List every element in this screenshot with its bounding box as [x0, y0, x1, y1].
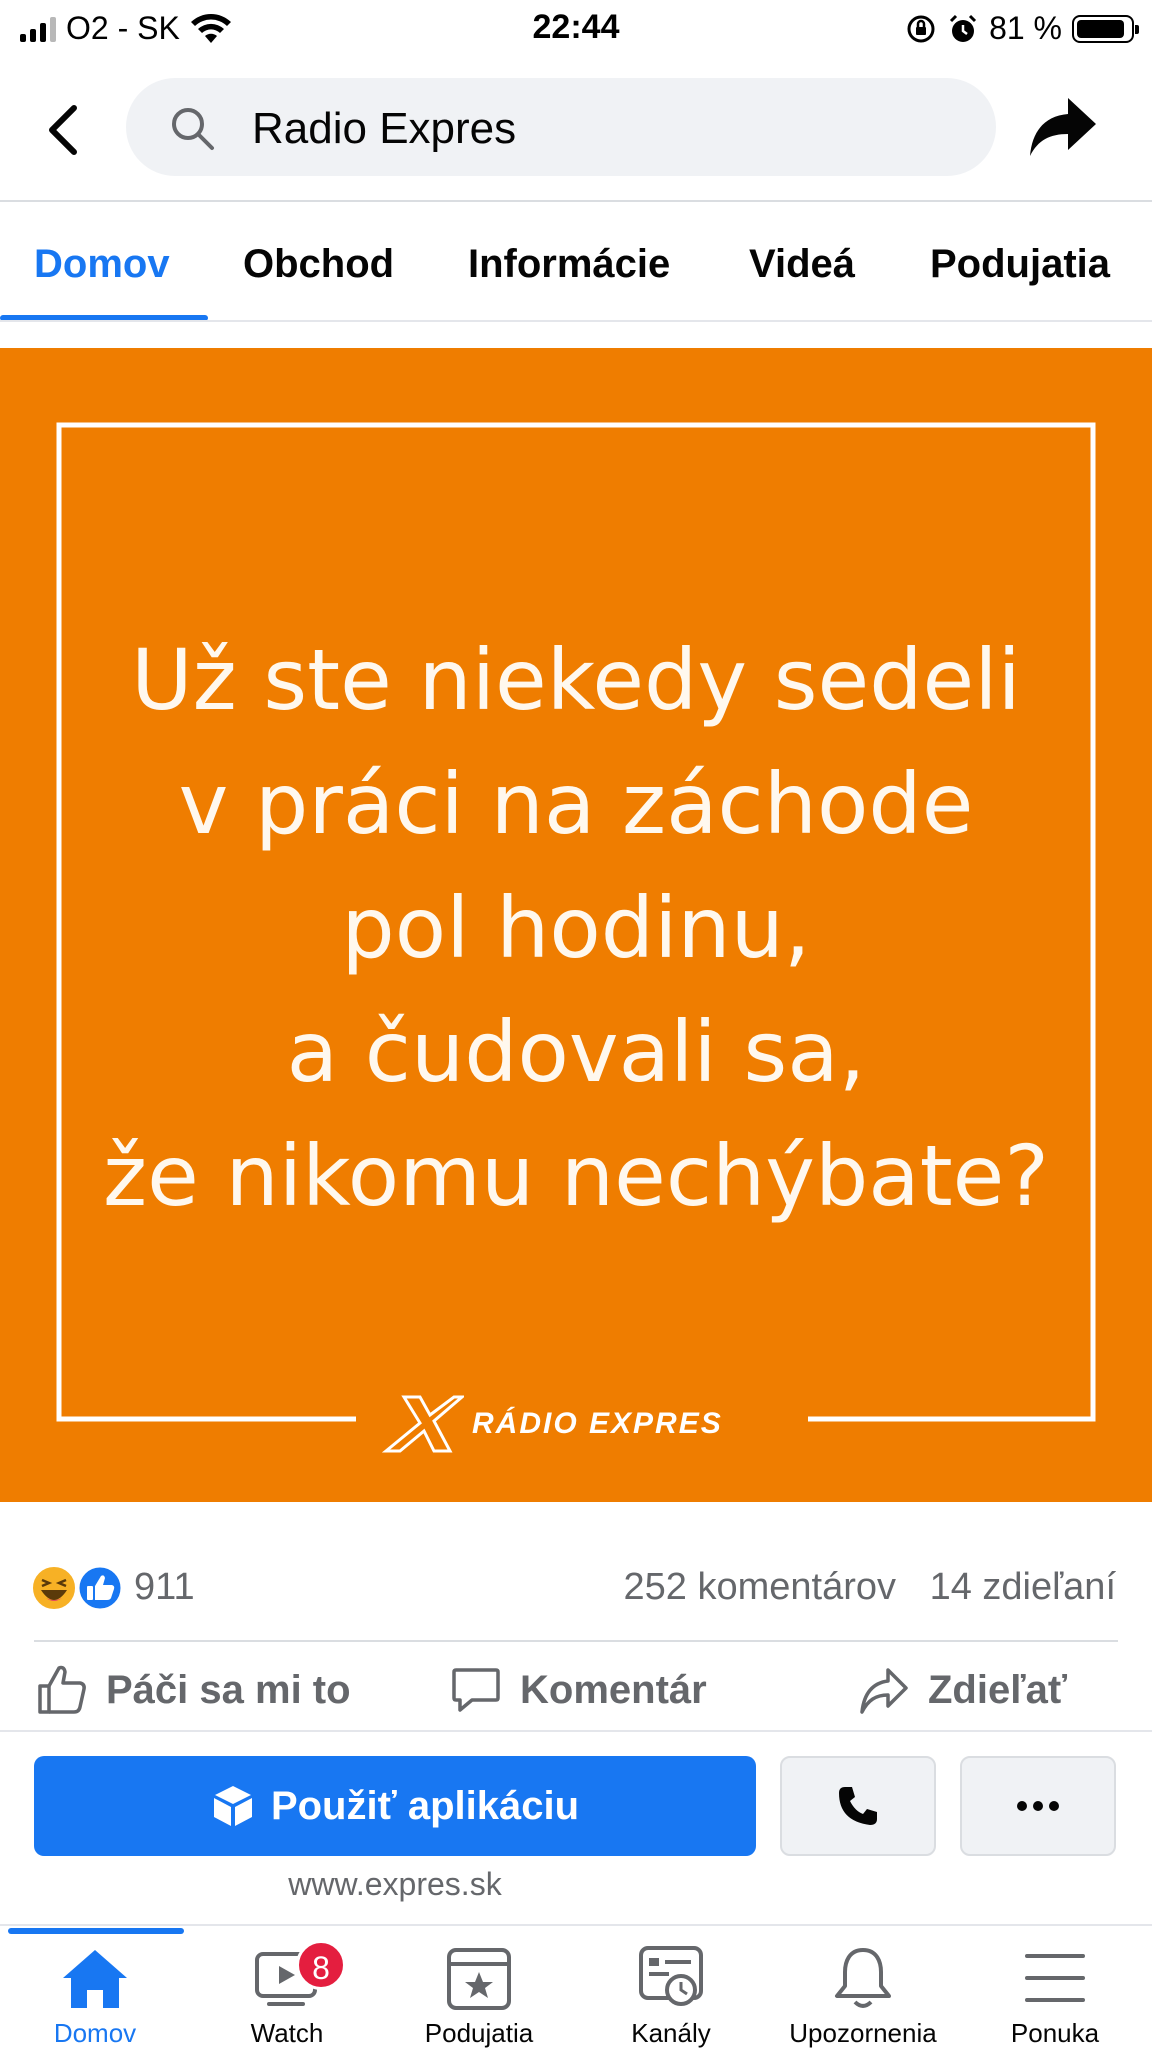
use-app-button[interactable]: Použiť aplikáciu — [34, 1756, 756, 1856]
tab-obchod[interactable]: Obchod — [243, 242, 394, 287]
search-input[interactable]: Radio Expres — [126, 78, 996, 176]
tabs-divider — [0, 320, 1152, 322]
page-action-bar: Použiť aplikáciu www.expres.sk — [0, 1730, 1152, 1924]
share-button[interactable]: Zdieľať — [858, 1664, 1067, 1716]
search-icon — [172, 108, 214, 150]
quote-line: a čudovali sa, — [286, 1003, 866, 1101]
bottom-navigation: Domov 8 Watch Podujatia Kanály Upozornen… — [0, 1924, 1152, 2048]
reaction-icons — [31, 1564, 124, 1612]
quote-line: Už ste niekedy sedeli — [131, 631, 1021, 729]
share-arrow-icon — [860, 1668, 908, 1714]
phone-icon — [839, 1787, 877, 1825]
like-reaction-icon — [76, 1564, 124, 1612]
logo-text: RÁDIO EXPRES — [472, 1407, 723, 1440]
watch-badge: 8 — [296, 1940, 346, 1990]
use-app-label: Použiť aplikáciu — [270, 1783, 580, 1828]
quote-line: pol hodinu, — [341, 879, 811, 977]
active-nav-indicator — [8, 1928, 184, 1934]
cube-icon — [213, 1786, 252, 1826]
share-icon[interactable] — [1028, 94, 1098, 160]
quote-line: v práci na záchode — [178, 755, 974, 853]
rotation-lock-icon — [907, 15, 935, 42]
status-right: 81 % — [905, 10, 1139, 47]
menu-icon — [1025, 1954, 1085, 2002]
nav-item-kanaly[interactable]: Kanály — [576, 1944, 766, 2049]
comment-label: Komentár — [520, 1667, 707, 1712]
share-count[interactable]: 14 zdieľaní — [930, 1566, 1116, 1609]
tab-videa[interactable]: Videá — [749, 242, 855, 287]
events-icon — [447, 1948, 511, 2010]
tab-domov[interactable]: Domov — [34, 242, 170, 287]
haha-reaction-icon — [31, 1565, 77, 1611]
tab-podujatia[interactable]: Podujatia — [930, 242, 1110, 287]
nav-item-podujatia[interactable]: Podujatia — [384, 1944, 574, 2049]
reactions-divider — [34, 1640, 1118, 1642]
back-arrow-icon[interactable] — [40, 100, 88, 160]
radio-expres-logo: RÁDIO EXPRES — [380, 1394, 723, 1454]
share-label: Zdieľať — [928, 1667, 1068, 1712]
more-dots-icon — [1017, 1801, 1059, 1811]
nav-item-upozornenia[interactable]: Upozornenia — [768, 1944, 958, 2049]
website-link[interactable]: www.expres.sk — [34, 1866, 756, 1903]
page-header: Radio Expres — [0, 58, 1152, 200]
nav-item-ponuka[interactable]: Ponuka — [960, 1944, 1150, 2049]
post-actions: Páči sa mi to Komentár Zdieľať — [0, 1650, 1152, 1730]
comment-button[interactable]: Komentár — [450, 1664, 707, 1716]
nav-label: Podujatia — [424, 2018, 534, 2048]
feeds-icon — [639, 1946, 703, 2006]
more-options-button[interactable] — [960, 1756, 1116, 1856]
alarm-icon — [950, 14, 977, 42]
nav-label: Kanály — [631, 2018, 711, 2048]
like-label: Páči sa mi to — [106, 1667, 351, 1712]
home-icon — [63, 1950, 127, 2008]
call-button[interactable] — [780, 1756, 936, 1856]
comment-count[interactable]: 252 komentárov — [624, 1566, 897, 1609]
nav-label: Watch — [250, 2018, 324, 2048]
nav-label: Upozornenia — [789, 2018, 937, 2048]
quote-line: že nikomu nechýbate? — [103, 1127, 1049, 1225]
page-tabs: Domov Obchod Informácie Videá Podujatia — [0, 202, 1152, 321]
bell-icon — [835, 1948, 891, 2008]
tab-informacie[interactable]: Informácie — [468, 242, 670, 287]
nav-label: Domov — [53, 2018, 137, 2048]
like-button[interactable]: Páči sa mi to — [36, 1664, 351, 1716]
reaction-count: 911 — [134, 1566, 195, 1608]
comment-icon — [452, 1668, 500, 1712]
battery-percent: 81 % — [989, 10, 1062, 46]
like-icon — [38, 1665, 86, 1714]
search-text: Radio Expres — [252, 104, 517, 153]
reactions-summary[interactable]: 911 252 komentárov 14 zdieľaní — [0, 1548, 1152, 1628]
nav-item-watch[interactable]: 8 Watch — [192, 1940, 382, 2049]
battery-icon — [1072, 14, 1139, 43]
nav-label: Ponuka — [1010, 2018, 1100, 2048]
status-bar: O2 - SK 22:44 81 % — [0, 0, 1152, 58]
post-quote: Už ste niekedy sedeli v práci na záchode… — [0, 618, 1152, 1238]
nav-item-domov[interactable]: Domov — [0, 1944, 190, 2049]
post-image[interactable]: Už ste niekedy sedeli v práci na záchode… — [0, 348, 1152, 1502]
x-logo-icon — [381, 1395, 464, 1453]
